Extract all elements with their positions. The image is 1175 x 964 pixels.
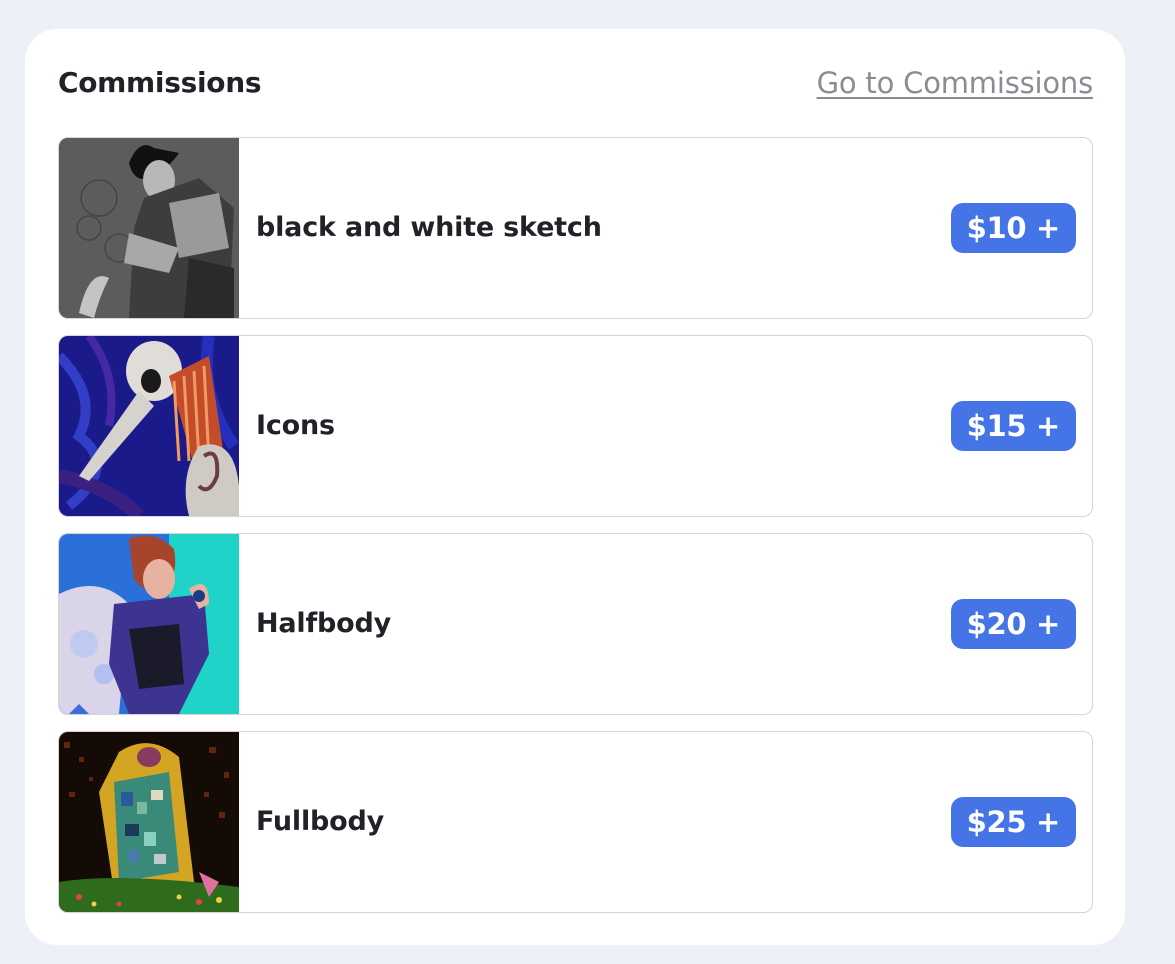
- commission-thumbnail-sketch: [59, 138, 239, 318]
- commission-item-label: Icons: [256, 410, 335, 441]
- sketch-artwork-image: [59, 138, 239, 318]
- halfbody-artwork-image: [59, 534, 239, 714]
- commission-item-fullbody[interactable]: Fullbody $25 +: [58, 731, 1093, 913]
- commission-item-label: black and white sketch: [256, 212, 602, 243]
- commission-item-icons[interactable]: Icons $15 +: [58, 335, 1093, 517]
- commissions-card: Commissions Go to Commissions black and …: [25, 29, 1125, 945]
- go-to-commissions-link[interactable]: Go to Commissions: [817, 66, 1094, 100]
- commission-item-halfbody[interactable]: Halfbody $20 +: [58, 533, 1093, 715]
- commission-item-label: Halfbody: [256, 608, 392, 639]
- price-badge: $20 +: [950, 599, 1076, 649]
- commission-item-label: Fullbody: [256, 806, 385, 837]
- icons-artwork-image: [59, 336, 239, 516]
- commission-thumbnail-halfbody: [59, 534, 239, 714]
- price-badge: $25 +: [950, 797, 1076, 847]
- commission-list: black and white sketch $10 + Icons $15 +…: [58, 137, 1093, 929]
- price-badge: $15 +: [950, 401, 1076, 451]
- commission-thumbnail-icons: [59, 336, 239, 516]
- fullbody-artwork-image: [59, 732, 239, 912]
- card-header: Commissions Go to Commissions: [58, 66, 1093, 102]
- commission-thumbnail-fullbody: [59, 732, 239, 912]
- commission-item-sketch[interactable]: black and white sketch $10 +: [58, 137, 1093, 319]
- section-title: Commissions: [58, 66, 262, 99]
- price-badge: $10 +: [950, 203, 1076, 253]
